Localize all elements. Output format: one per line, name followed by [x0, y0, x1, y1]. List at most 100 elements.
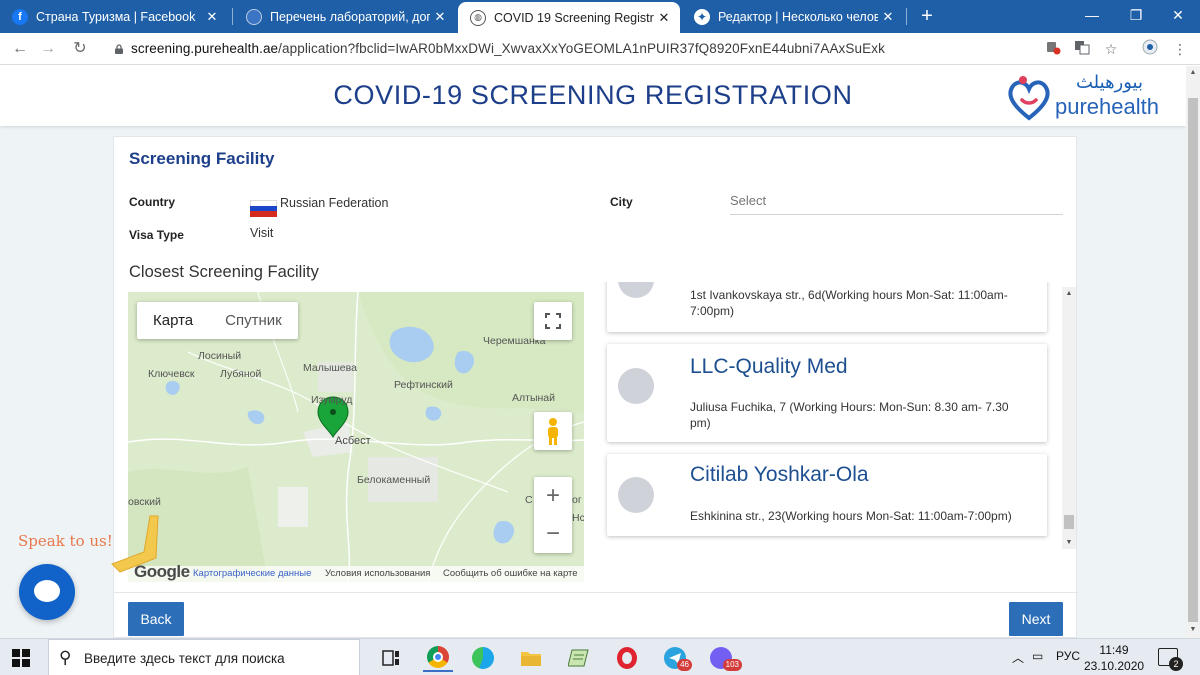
close-window-icon[interactable]: ✕ [1156, 0, 1200, 32]
blocked-icon[interactable] [1043, 39, 1063, 59]
back-button[interactable]: Back [128, 602, 184, 636]
scroll-up-icon[interactable]: ▲ [1064, 290, 1074, 297]
menu-icon[interactable]: ⋮ [1170, 39, 1190, 59]
viber-badge: 103 [722, 659, 742, 671]
russia-flag-icon [250, 200, 277, 217]
extension-icon[interactable] [1140, 39, 1160, 59]
map-place-label: Ключевск [148, 368, 195, 380]
viber-icon[interactable]: 103 [706, 644, 742, 672]
pegman-icon [548, 418, 558, 445]
clock-time: 11:49 [1099, 643, 1129, 657]
screening-facility-card: Screening Facility Country Russian Feder… [113, 136, 1078, 638]
scroll-up-icon[interactable]: ▲ [1186, 69, 1200, 76]
page-scrollbar[interactable]: ▲ ▼ [1186, 66, 1200, 638]
task-view-icon[interactable] [376, 644, 406, 672]
url-path: /application?fbclid=IwAR0bMxxDWi_XwvaxXx… [278, 41, 885, 56]
zoom-out-button[interactable]: − [534, 515, 572, 553]
telegram-icon[interactable]: 46 [660, 644, 692, 672]
tab-covid-registration[interactable]: ◍ COVID 19 Screening Registration ✕ [458, 2, 680, 33]
back-arrow-icon[interactable]: ← [8, 37, 32, 61]
chat-bubble-icon [34, 580, 60, 602]
map-place-label: Белокаменный [357, 474, 431, 486]
facility-radio[interactable] [618, 477, 654, 513]
url-field[interactable]: screening.purehealth.ae/application?fbcl… [131, 41, 885, 56]
site-icon [246, 8, 262, 25]
minimize-icon[interactable]: — [1070, 0, 1114, 32]
forward-arrow-icon[interactable]: → [36, 37, 60, 61]
edge-icon[interactable] [468, 644, 498, 672]
new-tab-button[interactable]: + [916, 4, 938, 28]
restore-icon[interactable]: ❐ [1114, 0, 1158, 32]
tray-chevron-icon[interactable]: ︿ [1012, 649, 1024, 666]
opera-icon[interactable] [612, 644, 642, 672]
report-error-link[interactable]: Сообщить об ошибке на карте [443, 568, 578, 579]
notepad-icon[interactable] [564, 644, 594, 672]
scroll-down-icon[interactable]: ▼ [1064, 539, 1074, 546]
battery-icon[interactable]: ▭ [1032, 649, 1043, 663]
map-type-satellite-button[interactable]: Спутник [209, 302, 298, 339]
chrome-icon[interactable] [423, 644, 453, 672]
facility-item[interactable]: Citilab Yoshkar-Ola Eshkinina str., 23(W… [607, 454, 1047, 536]
chat-button[interactable] [19, 564, 75, 620]
speak-arrow-icon [111, 515, 159, 573]
street-view-button[interactable] [534, 412, 572, 450]
reload-icon[interactable]: ↻ [68, 37, 92, 61]
map-place-label: Алтынай [512, 392, 555, 404]
tab-label: Страна Туризма | Facebook [36, 9, 196, 24]
taskbar-search[interactable]: ⚲ Введите здесь текст для поиска [48, 639, 360, 675]
scroll-down-icon[interactable]: ▼ [1186, 626, 1200, 633]
terms-link[interactable]: Условия использования [325, 568, 430, 579]
facility-radio[interactable] [618, 368, 654, 404]
map-place-label: С [525, 494, 533, 506]
clock[interactable]: 11:49 23.10.2020 [1084, 642, 1144, 674]
close-tab-icon[interactable]: ✕ [202, 9, 222, 25]
facility-list-scrollbar[interactable]: ▲ ▼ [1062, 287, 1076, 549]
address-bar: ← → ↻ screening.purehealth.ae/applicatio… [0, 33, 1200, 65]
tab-separator [906, 8, 907, 25]
star-icon[interactable]: ☆ [1101, 39, 1121, 59]
map-place-label: Нс [572, 512, 584, 524]
next-button[interactable]: Next [1009, 602, 1063, 636]
file-explorer-icon[interactable] [516, 644, 546, 672]
language-indicator[interactable]: РУС [1056, 649, 1080, 663]
tab-editor[interactable]: ✦ Редактор | Несколько человек ✕ [682, 0, 904, 33]
notification-icon[interactable]: 2 [1158, 648, 1183, 671]
lock-icon [115, 44, 123, 54]
url-host: screening.purehealth.ae [131, 41, 279, 56]
map-type-map-button[interactable]: Карта [137, 302, 209, 339]
zoom-in-button[interactable]: + [534, 477, 572, 515]
country-value: Russian Federation [280, 196, 389, 210]
facility-item[interactable]: 1st Ivankovskaya str., 6d(Working hours … [607, 282, 1047, 332]
facility-name: LLC-Quality Med [690, 355, 848, 378]
scrollbar-thumb[interactable] [1188, 98, 1198, 622]
site-header: COVID-19 SCREENING REGISTRATION بيورهيلث… [0, 66, 1186, 126]
notification-count: 2 [1169, 657, 1183, 671]
translate-icon[interactable] [1072, 39, 1092, 59]
windows-start-icon[interactable] [12, 649, 30, 667]
tab-laboratories[interactable]: Перечень лабораторий, допущ ✕ [234, 0, 456, 33]
taskbar-search-placeholder: Введите здесь текст для поиска [84, 651, 285, 666]
scrollbar-thumb[interactable] [1064, 515, 1074, 529]
facebook-icon: f [12, 8, 28, 25]
facility-list[interactable]: 1st Ivankovskaya str., 6d(Working hours … [602, 282, 1064, 547]
map-place-label: Асбест [335, 435, 371, 447]
facility-item[interactable]: LLC-Quality Med Juliusa Fuchika, 7 (Work… [607, 344, 1047, 442]
close-tab-icon[interactable]: ✕ [654, 10, 674, 26]
facility-address: 1st Ivankovskaya str., 6d(Working hours … [690, 288, 1008, 318]
map-data-link[interactable]: Картографические данные [193, 568, 311, 579]
map-attribution: Картографические данные Условия использо… [128, 566, 584, 582]
purehealth-logo[interactable]: بيورهيلث purehealth [1005, 72, 1165, 122]
telegram-badge: 46 [677, 659, 692, 671]
map-place-label: Лосиный [198, 350, 242, 362]
globe-icon: ◍ [470, 9, 486, 26]
city-select[interactable]: Select [730, 189, 1063, 215]
map-place-label: Рефтинский [394, 379, 453, 391]
fullscreen-button[interactable] [534, 302, 572, 340]
section-title: Screening Facility [129, 149, 275, 168]
close-tab-icon[interactable]: ✕ [430, 9, 450, 25]
tab-facebook[interactable]: f Страна Туризма | Facebook ✕ [0, 0, 228, 33]
close-tab-icon[interactable]: ✕ [878, 9, 898, 25]
map[interactable]: Черемшанка Лосиный Ключевск Лубяной Малы… [128, 292, 584, 582]
map-place-label: овский [128, 496, 161, 508]
facility-radio[interactable] [618, 282, 654, 298]
